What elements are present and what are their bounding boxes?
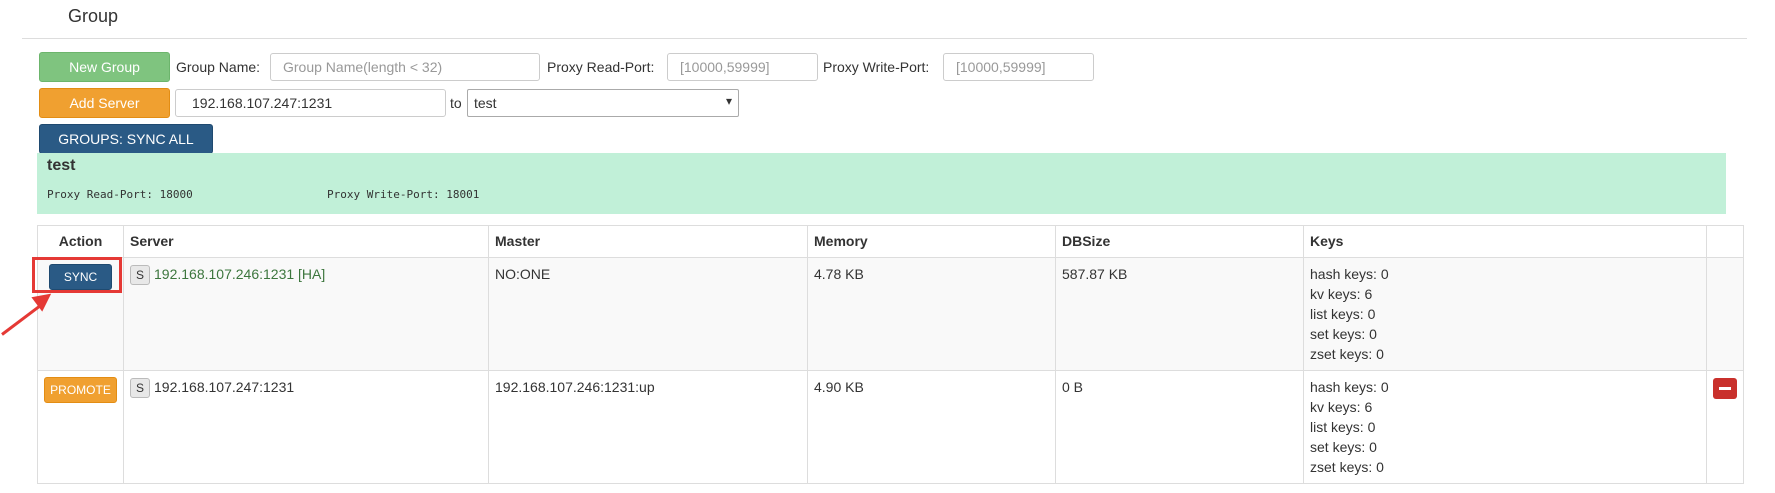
table-header-row: Action Server Master Memory DBSize Keys xyxy=(37,225,1744,258)
server-address-input[interactable] xyxy=(175,89,446,117)
new-group-button[interactable]: New Group xyxy=(39,52,170,82)
server-address: 192.168.107.247:1231 xyxy=(154,379,295,395)
keys-list: list keys: 0 xyxy=(1310,306,1376,322)
proxy-write-port-label: Proxy Write-Port: xyxy=(823,59,930,75)
header-master: Master xyxy=(488,225,808,258)
servers-table: Action Server Master Memory DBSize Keys … xyxy=(37,225,1744,484)
cell-keys: hash keys: 0 kv keys: 6 list keys: 0 set… xyxy=(1303,370,1707,484)
keys-zset: zset keys: 0 xyxy=(1310,346,1384,362)
header-keys: Keys xyxy=(1303,225,1707,258)
header-server: Server xyxy=(123,225,489,258)
target-group-select[interactable]: test ▾ xyxy=(467,89,739,117)
group-name-label: Group Name: xyxy=(176,59,261,75)
server-type-badge[interactable]: S xyxy=(130,378,150,399)
proxy-read-port-label: Proxy Read-Port: xyxy=(547,59,655,75)
group-write-port: Proxy Write-Port: 18001 xyxy=(327,188,480,201)
server-address: 192.168.107.246:1231 [HA] xyxy=(154,266,326,282)
to-label: to xyxy=(450,95,462,111)
keys-hash: hash keys: 0 xyxy=(1310,379,1389,395)
remove-server-button[interactable] xyxy=(1713,378,1737,399)
keys-set: set keys: 0 xyxy=(1310,439,1377,455)
table-row: PROMOTE S 192.168.107.247:1231 192.168.10… xyxy=(37,370,1744,484)
cell-action: PROMOTE xyxy=(37,370,124,484)
cell-dbsize: 587.87 KB xyxy=(1055,257,1304,371)
cell-server: S 192.168.107.247:1231 xyxy=(123,370,489,484)
group-name-input[interactable] xyxy=(270,53,540,81)
cell-server: S 192.168.107.246:1231 [HA] xyxy=(123,257,489,371)
cell-memory: 4.78 KB xyxy=(807,257,1056,371)
proxy-write-port-input[interactable] xyxy=(943,53,1094,81)
title-divider xyxy=(22,38,1747,39)
caret-down-icon: ▾ xyxy=(725,94,732,108)
keys-zset: zset keys: 0 xyxy=(1310,459,1384,475)
groups-sync-all-button[interactable]: GROUPS: SYNC ALL xyxy=(39,124,213,154)
header-extra xyxy=(1706,225,1744,258)
cell-dbsize: 0 B xyxy=(1055,370,1304,484)
cell-keys: hash keys: 0 kv keys: 6 list keys: 0 set… xyxy=(1303,257,1707,371)
minus-icon xyxy=(1719,387,1731,390)
page-title: Group xyxy=(68,6,119,26)
cell-master: NO:ONE xyxy=(488,257,808,371)
keys-list: list keys: 0 xyxy=(1310,419,1376,435)
promote-button[interactable]: PROMOTE xyxy=(44,377,117,403)
add-server-button[interactable]: Add Server xyxy=(39,88,170,118)
header-memory: Memory xyxy=(807,225,1056,258)
keys-kv: kv keys: 6 xyxy=(1310,399,1373,415)
target-group-value: test xyxy=(474,95,497,111)
group-name: test xyxy=(47,157,76,174)
cell-master: 192.168.107.246:1231:up xyxy=(488,370,808,484)
cell-remove xyxy=(1706,257,1744,371)
cell-memory: 4.90 KB xyxy=(807,370,1056,484)
group-panel: test Proxy Read-Port: 18000 Proxy Write-… xyxy=(37,153,1726,214)
header-action: Action xyxy=(37,225,124,258)
keys-set: set keys: 0 xyxy=(1310,326,1377,342)
proxy-read-port-input[interactable] xyxy=(667,53,818,81)
keys-hash: hash keys: 0 xyxy=(1310,266,1389,282)
server-type-badge[interactable]: S xyxy=(130,265,150,286)
keys-kv: kv keys: 6 xyxy=(1310,286,1373,302)
header-dbsize: DBSize xyxy=(1055,225,1304,258)
cell-remove xyxy=(1706,370,1744,484)
table-row: SYNC S 192.168.107.246:1231 [HA] NO:ONE 4… xyxy=(37,257,1744,371)
group-read-port: Proxy Read-Port: 18000 xyxy=(47,188,193,201)
